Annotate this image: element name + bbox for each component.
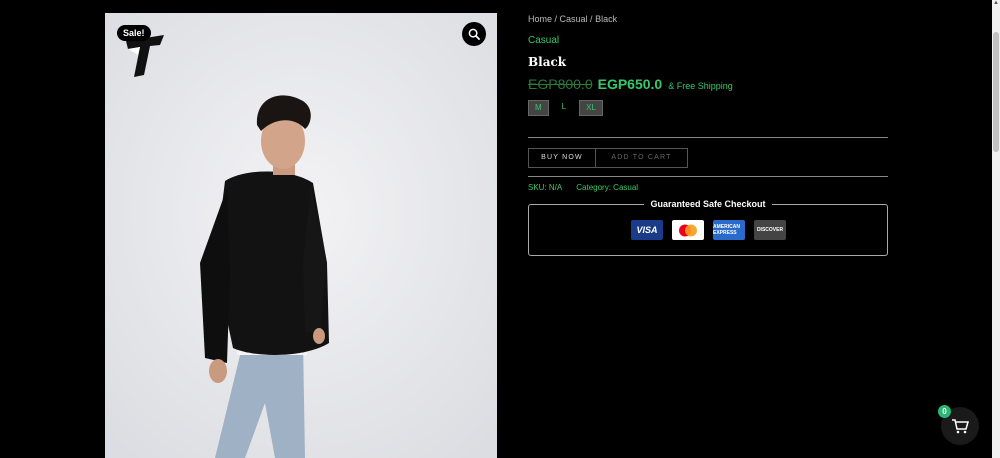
add-to-cart-button[interactable]: ADD TO CART (596, 148, 688, 168)
cart-count-badge: 0 (938, 405, 951, 418)
breadcrumb-separator: / (552, 14, 560, 24)
shipping-note: & Free Shipping (668, 81, 733, 91)
breadcrumb-separator: / (587, 14, 596, 24)
payment-cards: VISA AMERICAN EXPRESS DISCOVER (631, 220, 786, 240)
category-value[interactable]: Casual (613, 183, 638, 192)
buy-now-button[interactable]: BUY NOW (528, 148, 596, 168)
product-meta: SKU: N/A Category: Casual (528, 183, 888, 195)
category-link[interactable]: Casual (528, 35, 888, 49)
category-label: Category: (576, 183, 611, 192)
breadcrumb-current: Black (595, 14, 618, 24)
sku-value: N/A (548, 183, 563, 192)
mastercard-card-icon (672, 220, 704, 240)
discover-card-icon: DISCOVER (754, 220, 786, 240)
amex-card-icon: AMERICAN EXPRESS (713, 220, 745, 240)
divider (528, 176, 888, 177)
cart-icon (952, 419, 969, 434)
search-icon (468, 28, 480, 40)
category-meta: Category: Casual (576, 183, 638, 195)
size-option-xl[interactable]: XL (579, 100, 603, 116)
price-old: EGP800.0 (528, 76, 593, 92)
scroll-up-arrow-icon[interactable]: ▲ (992, 0, 1000, 10)
page-scrollbar[interactable]: ▲ (992, 0, 1000, 458)
sale-badge: Sale! (117, 25, 151, 41)
price-new: EGP650.0 (597, 76, 663, 92)
breadcrumb-home[interactable]: Home (528, 14, 552, 24)
product-summary: Home / Casual / Black Casual Black EGP80… (528, 14, 888, 256)
size-selector: M L XL (528, 100, 888, 116)
safe-checkout-legend: Guaranteed Safe Checkout (529, 199, 887, 209)
breadcrumb-category[interactable]: Casual (560, 14, 588, 24)
visa-card-icon: VISA (631, 220, 663, 240)
sku-label: SKU: (528, 183, 547, 192)
size-option-m[interactable]: M (528, 100, 549, 116)
purchase-actions: BUY NOW ADD TO CART (528, 148, 888, 168)
product-gallery: Sale! (105, 13, 497, 458)
divider (528, 137, 888, 138)
sku: SKU: N/A (528, 183, 562, 195)
zoom-button[interactable] (462, 22, 486, 46)
size-option-l[interactable]: L (556, 100, 572, 114)
breadcrumb: Home / Casual / Black (528, 14, 888, 27)
safe-checkout-box: Guaranteed Safe Checkout VISA AMERICAN E… (528, 199, 888, 256)
product-photo[interactable] (105, 13, 497, 458)
product-title: Black (528, 55, 567, 69)
scroll-thumb[interactable] (993, 32, 999, 152)
price-row: EGP800.0 EGP650.0 & Free Shipping (528, 76, 888, 96)
